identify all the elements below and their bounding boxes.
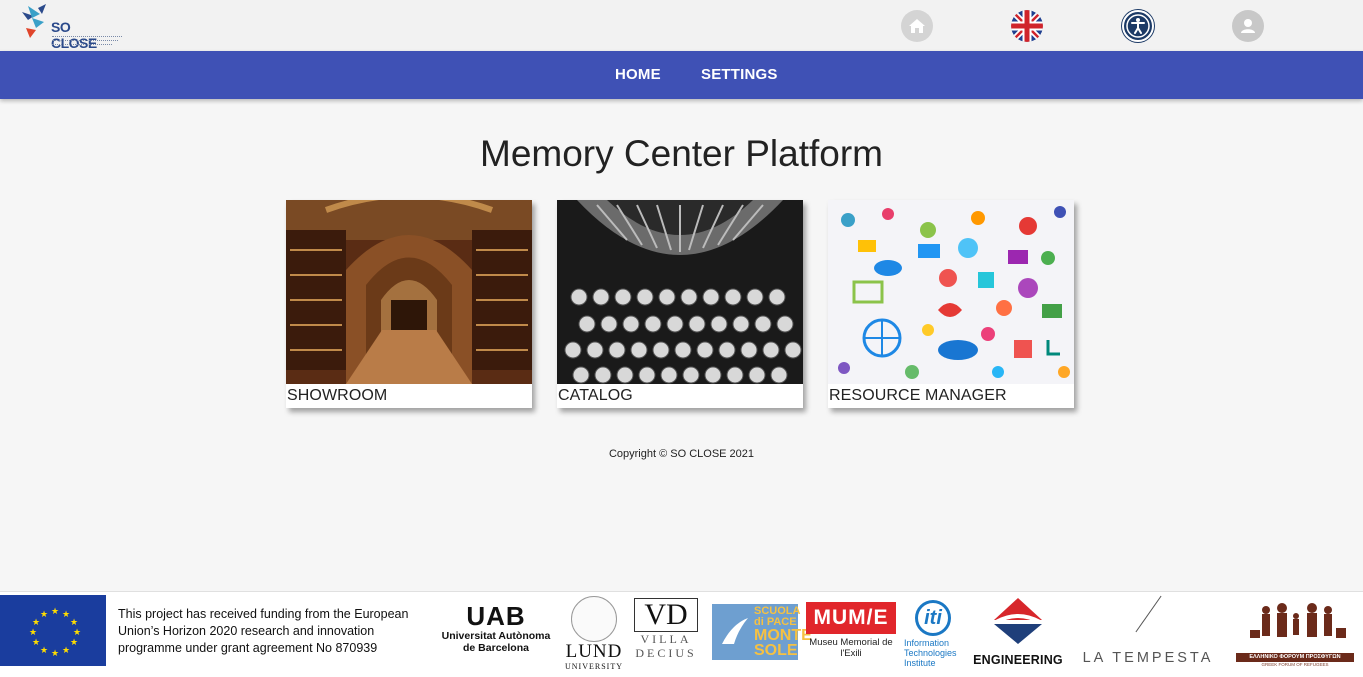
engineering-mark-icon [994,598,1042,644]
lund-seal-icon [571,596,617,642]
svg-text:★: ★ [70,618,78,628]
resource-manager-label: RESOURCE MANAGER [829,387,1007,404]
svg-text:★: ★ [62,610,70,620]
mume-logo: MUM/E Museu Memorial de l'Exili [806,602,896,659]
catalog-image [557,200,803,384]
showroom-card[interactable]: SHOWROOM [286,200,532,408]
logo-tagline [52,36,122,37]
logo-tagline [52,40,118,41]
lund-university-logo: LUND UNIVERSITY [565,596,623,671]
scuola-di-pace-logo: SCUOLA di PACE MONTE SOLE [712,604,812,660]
catalog-label: CATALOG [558,387,633,404]
greek-forum-of-refugees-logo: ΕΛΛΗΝΙΚΟ ΦΟΡΟΥΜ ΠΡΟΣΦΥΓΩΝ GREEK FORUM OF… [1236,602,1354,667]
svg-text:★: ★ [29,628,37,638]
uab-logo-name: Universitat Autònoma de Barcelona [441,630,551,654]
nav-settings[interactable]: SETTINGS [701,66,778,83]
language-button[interactable] [1011,10,1043,42]
tempesta-name: LA TEMPESTA [1082,650,1214,666]
copyright-text: Copyright © SO CLOSE 2021 [608,448,755,460]
engineering-name: ENGINEERING [973,653,1063,667]
villa-decius-logo: VD VILLA DECIUS [632,598,700,660]
funding-statement: This project has received funding from t… [118,607,409,655]
mume-name: Museu Memorial de l'Exili [809,637,893,659]
svg-text:★: ★ [62,646,70,656]
nav-home[interactable]: HOME [615,66,661,83]
showroom-label: SHOWROOM [287,387,388,404]
refugees-figures-icon [1250,603,1346,638]
tempesta-slash [1134,595,1162,633]
showroom-image [286,200,532,384]
svg-text:★: ★ [40,610,48,620]
iti-mark: iti [915,600,951,636]
svg-text:★: ★ [73,628,81,638]
svg-text:★: ★ [70,638,78,648]
resource-manager-card[interactable]: RESOURCE MANAGER [828,200,1074,408]
svg-text:★: ★ [51,649,59,659]
logo-tagline [52,44,112,45]
footer-funding-bar: ★ ★ ★ ★ ★ ★ ★ ★ ★ ★ ★ ★ This project has… [0,591,1363,677]
forum-name-english: GREEK FORUM OF REFUGEES [1261,662,1329,667]
scuola-line3: MONTE [754,627,812,644]
svg-text:★: ★ [32,638,40,648]
lund-logo-subtitle: UNIVERSITY [565,662,623,671]
iti-logo: iti Information Technologies Institute [904,600,962,668]
iti-name: Information Technologies Institute [904,638,957,668]
logo-text: SO CLOSE [51,19,97,51]
user-icon [1241,19,1255,33]
home-icon [909,19,925,33]
svg-text:★: ★ [51,607,59,617]
resource-manager-image [828,200,1074,384]
forum-name-greek: ΕΛΛΗΝΙΚΟ ΦΟΡΟΥΜ ΠΡΟΣΦΥΓΩΝ [1236,653,1354,662]
top-header: SO CLOSE [0,0,1363,51]
uab-logo-mark: UAB [466,601,526,631]
uab-logo: UAB Universitat Autònoma de Barcelona [440,602,552,654]
dove-icon [722,618,748,644]
accessibility-button[interactable] [1122,10,1154,42]
so-close-logo[interactable]: SO CLOSE [18,2,122,51]
user-account-button[interactable] [1232,10,1264,42]
main-nav-bar: HOME SETTINGS [0,51,1363,99]
page-title: Memory Center Platform [480,133,883,174]
villa-monogram: VD [634,598,698,632]
scuola-line4: SOLE [754,642,798,659]
accessibility-icon [1126,14,1150,38]
villa-name: VILLA DECIUS [635,632,697,660]
svg-text:★: ★ [40,646,48,656]
mume-mark: MUM/E [806,602,896,634]
la-tempesta-logo: LA TEMPESTA [1076,592,1220,666]
home-button[interactable] [901,10,933,42]
uk-flag-icon [1011,10,1043,42]
catalog-card[interactable]: CATALOG [557,200,803,408]
svg-text:★: ★ [32,618,40,628]
eu-flag-icon: ★ ★ ★ ★ ★ ★ ★ ★ ★ ★ ★ ★ [0,595,106,666]
engineering-logo: ENGINEERING [968,596,1068,667]
lund-logo-name: LUND [565,641,623,662]
